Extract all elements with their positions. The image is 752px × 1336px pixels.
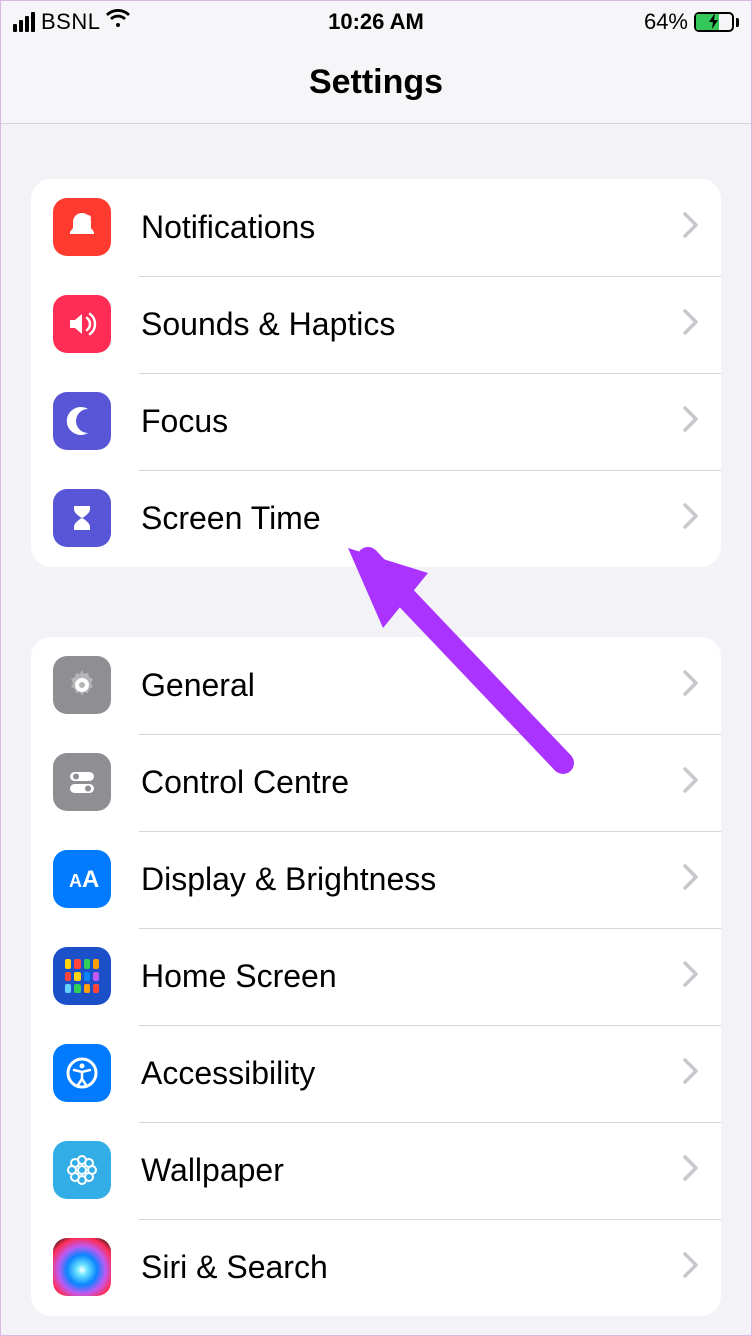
chevron-right-icon xyxy=(683,503,699,534)
settings-group-1: Notifications Sounds & Haptics Focus Scr… xyxy=(31,179,721,567)
chevron-right-icon xyxy=(683,406,699,437)
row-controlcentre[interactable]: Control Centre xyxy=(31,734,721,831)
row-notifications[interactable]: Notifications xyxy=(31,179,721,276)
row-label: Screen Time xyxy=(141,500,683,537)
row-label: Notifications xyxy=(141,209,683,246)
row-label: Focus xyxy=(141,403,683,440)
signal-icon xyxy=(13,12,35,32)
status-left: BSNL xyxy=(13,9,130,35)
row-label: Wallpaper xyxy=(141,1152,683,1189)
gear-icon xyxy=(53,656,111,714)
row-label: General xyxy=(141,667,683,704)
chevron-right-icon xyxy=(683,1058,699,1089)
nav-bar: Settings xyxy=(1,43,751,124)
settings-group-2: General Control Centre AA Display & Brig… xyxy=(31,637,721,1316)
svg-text:A: A xyxy=(82,866,99,893)
row-label: Control Centre xyxy=(141,764,683,801)
row-display[interactable]: AA Display & Brightness xyxy=(31,831,721,928)
row-general[interactable]: General xyxy=(31,637,721,734)
row-sounds[interactable]: Sounds & Haptics xyxy=(31,276,721,373)
row-label: Home Screen xyxy=(141,958,683,995)
toggles-icon xyxy=(53,753,111,811)
row-accessibility[interactable]: Accessibility xyxy=(31,1025,721,1122)
status-bar: BSNL 10:26 AM 64% xyxy=(1,1,751,43)
row-label: Accessibility xyxy=(141,1055,683,1092)
hourglass-icon xyxy=(53,489,111,547)
battery-percent: 64% xyxy=(644,9,688,35)
row-label: Display & Brightness xyxy=(141,861,683,898)
moon-icon xyxy=(53,392,111,450)
row-label: Siri & Search xyxy=(141,1249,683,1286)
svg-text:A: A xyxy=(69,871,82,891)
row-siri[interactable]: Siri & Search xyxy=(31,1219,721,1316)
row-label: Sounds & Haptics xyxy=(141,306,683,343)
page-title: Settings xyxy=(309,63,443,102)
row-wallpaper[interactable]: Wallpaper xyxy=(31,1122,721,1219)
siri-icon xyxy=(53,1238,111,1296)
row-screentime[interactable]: Screen Time xyxy=(31,470,721,567)
chevron-right-icon xyxy=(683,1252,699,1283)
chevron-right-icon xyxy=(683,309,699,340)
aa-icon: AA xyxy=(53,850,111,908)
chevron-right-icon xyxy=(683,1155,699,1186)
status-right: 64% xyxy=(644,9,739,35)
chevron-right-icon xyxy=(683,767,699,798)
speaker-icon xyxy=(53,295,111,353)
chevron-right-icon xyxy=(683,864,699,895)
chevron-right-icon xyxy=(683,961,699,992)
chevron-right-icon xyxy=(683,212,699,243)
battery-icon xyxy=(694,12,739,32)
person-circle-icon xyxy=(53,1044,111,1102)
bell-icon xyxy=(53,198,111,256)
flower-icon xyxy=(53,1141,111,1199)
status-time: 10:26 AM xyxy=(328,9,424,35)
row-homescreen[interactable]: Home Screen xyxy=(31,928,721,1025)
settings-content[interactable]: Notifications Sounds & Haptics Focus Scr… xyxy=(1,124,751,1335)
row-focus[interactable]: Focus xyxy=(31,373,721,470)
grid-icon xyxy=(53,947,111,1005)
wifi-icon xyxy=(106,9,130,35)
chevron-right-icon xyxy=(683,670,699,701)
carrier-label: BSNL xyxy=(41,9,100,35)
